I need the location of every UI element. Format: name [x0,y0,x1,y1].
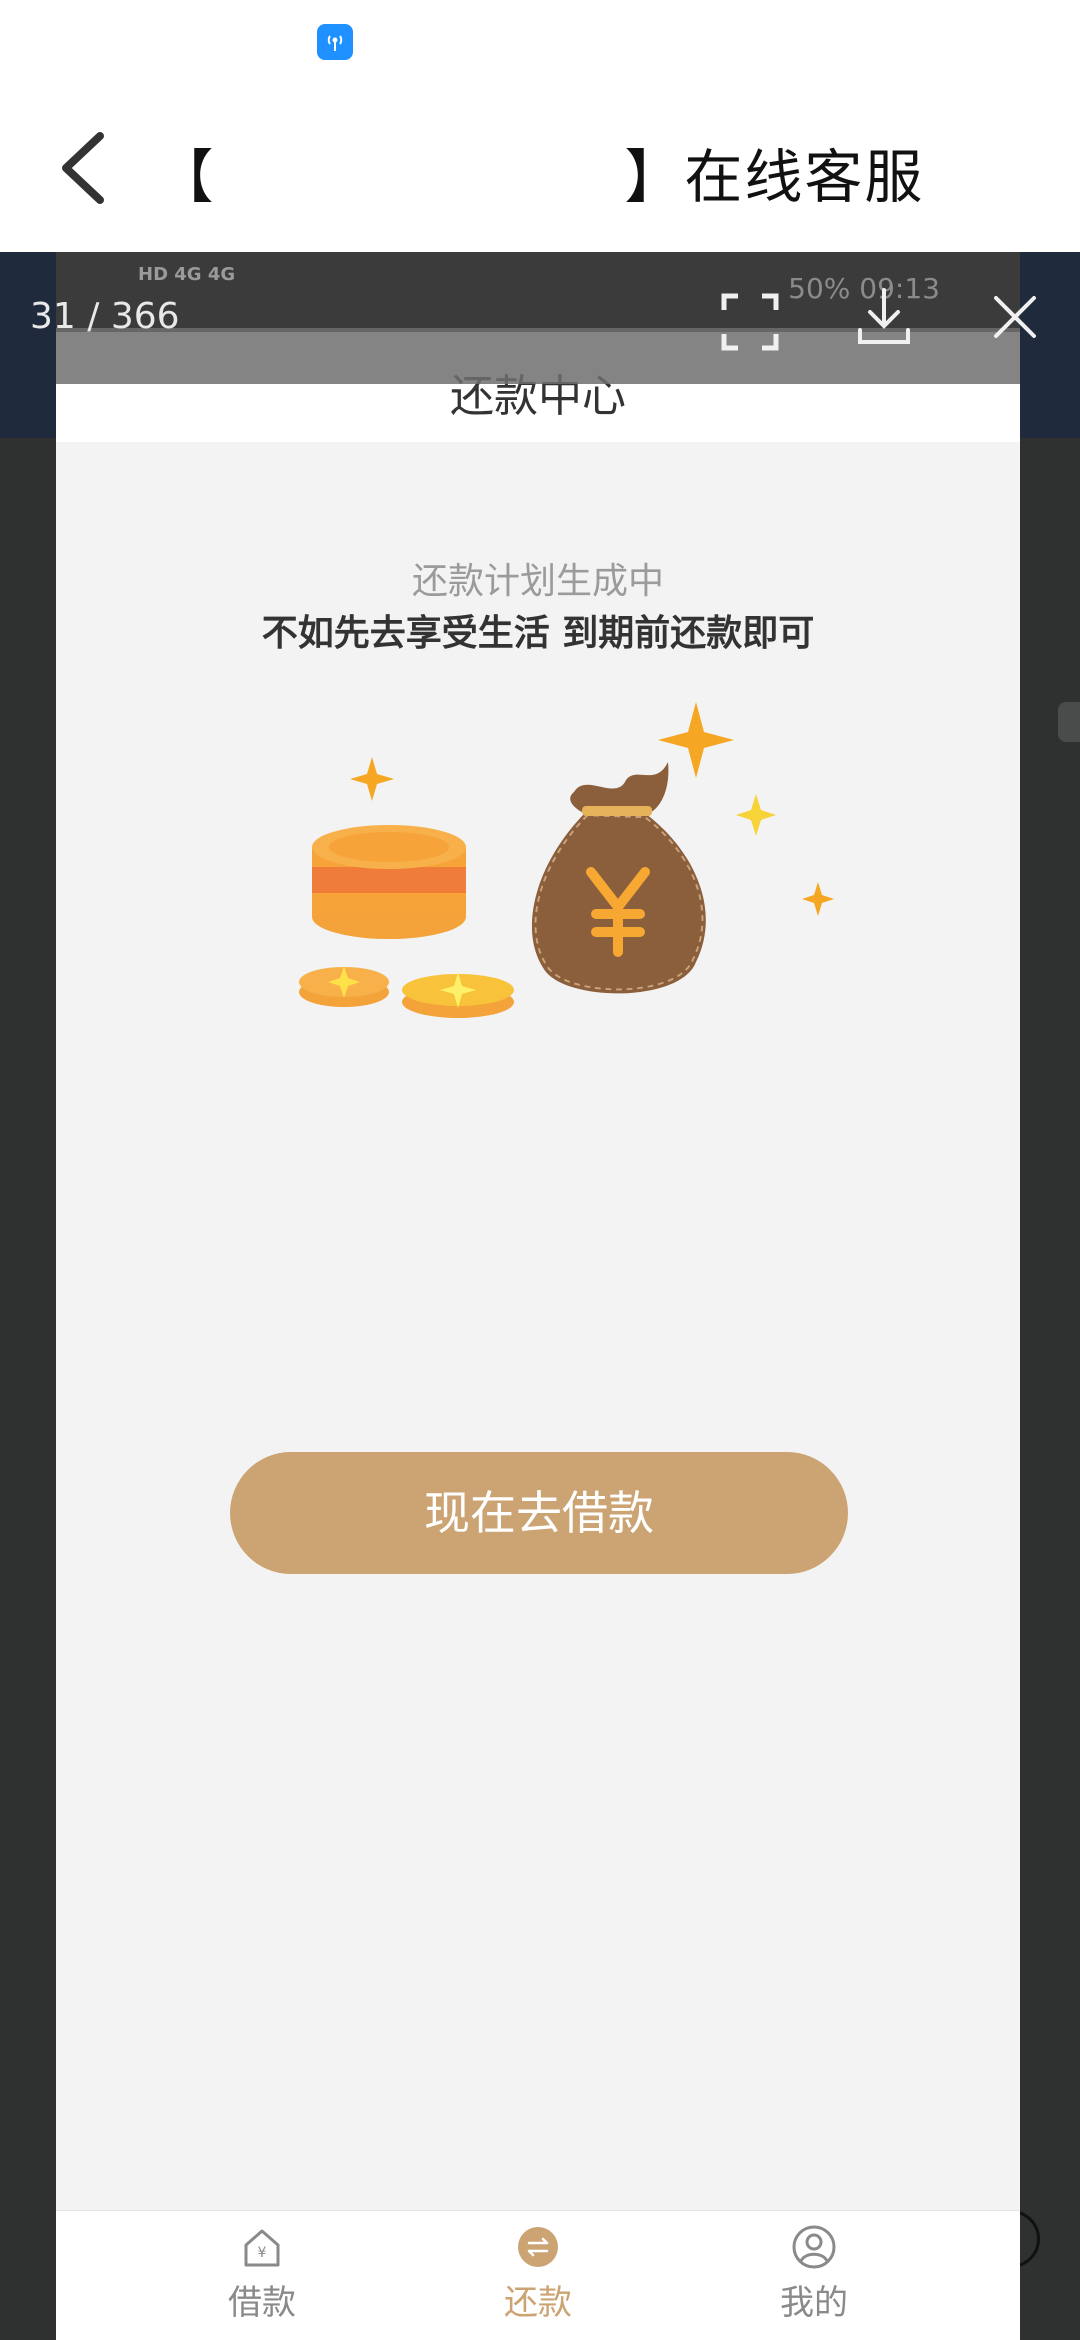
chat-title: 【 】在线客服 [155,143,925,211]
edge-handle [1058,702,1080,742]
viewed-screenshot: HD 4G 4G 50% 09:13 还款中心 还款计划生成中 不如先去享受生活… [56,252,1020,2340]
tab-repay[interactable]: 还款 [438,2225,638,2340]
borrow-now-button[interactable]: 现在去借款 [230,1452,848,1574]
sparkle-icon [736,794,776,836]
chat-header: 【 】在线客服 [0,80,1080,252]
tab-mine[interactable]: 我的 [714,2225,914,2340]
sparkle-icon [802,882,834,916]
sparkle-icon [658,702,734,778]
status-bar [0,0,1080,80]
svg-text:¥: ¥ [258,2245,267,2261]
tab-borrow[interactable]: ¥ 借款 [162,2225,362,2340]
plan-message-text: 不如先去享受生活 到期前还款即可 [261,613,815,654]
tab-label: 借款 [228,2283,296,2323]
bottom-tab-bar: ¥ 借款 还款 我的 [56,2210,1020,2340]
sparkle-icon [350,757,394,801]
user-icon [792,2225,836,2269]
tab-label: 还款 [504,2283,572,2323]
download-icon[interactable] [856,286,912,346]
repay-icon [518,2227,558,2267]
image-counter: 31 / 366 [30,296,180,337]
hotspot-icon [317,24,353,60]
close-icon[interactable] [990,292,1040,342]
money-bag-illustration [299,702,834,1018]
home-yen-icon: ¥ [244,2229,280,2267]
plan-status-text: 还款计划生成中 [411,561,664,602]
fullscreen-icon[interactable] [720,292,780,352]
tab-label: 我的 [780,2283,848,2323]
image-viewer-toolbar: 31 / 366 [0,252,1080,388]
